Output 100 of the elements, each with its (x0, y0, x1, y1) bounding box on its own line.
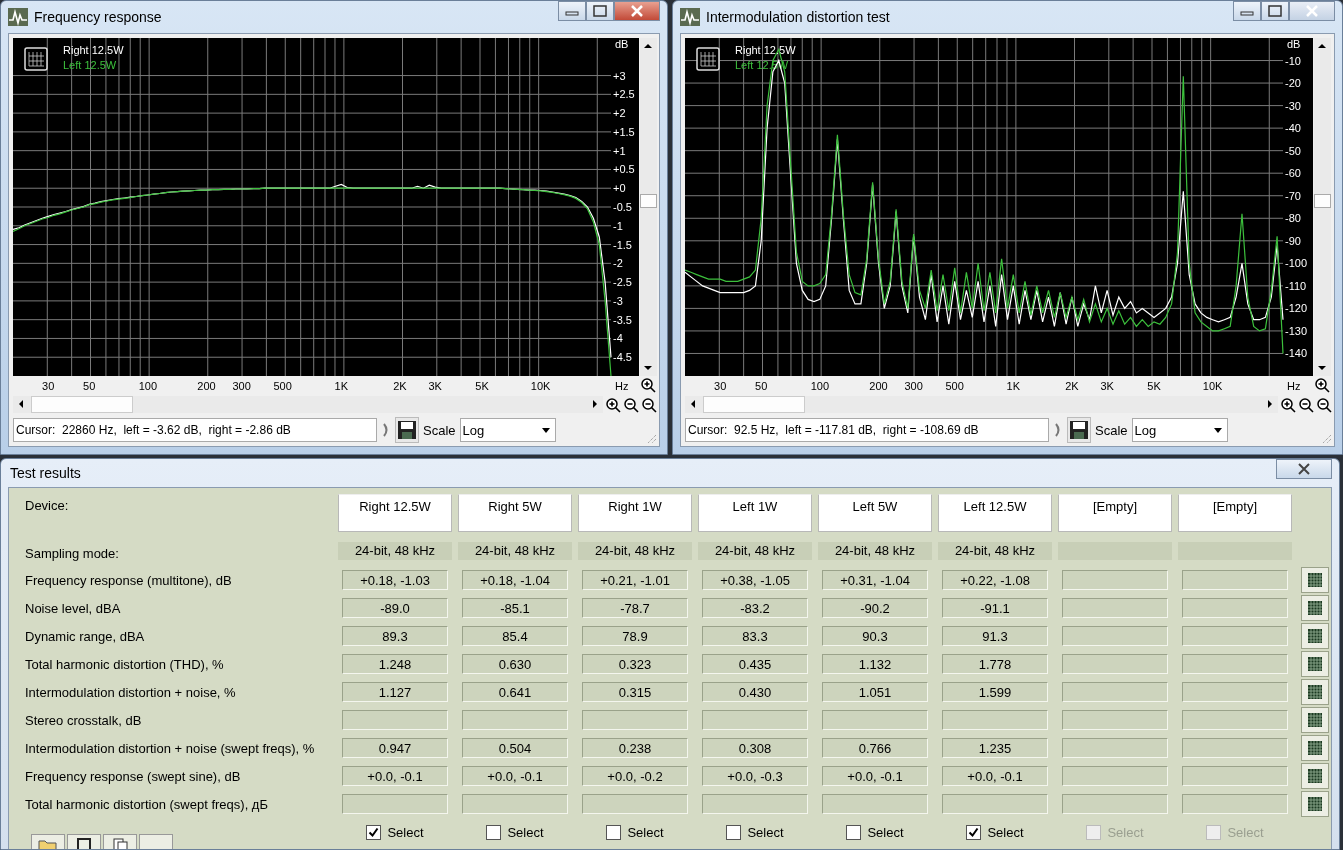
tick-label: 3K (1100, 380, 1114, 392)
tick-label: -100 (1285, 257, 1308, 270)
graph-button[interactable] (1301, 595, 1329, 621)
table-cell: +0.18, -1.03 (342, 570, 448, 590)
tick-label: 300 (904, 380, 923, 392)
tick-label: -0.5 (613, 201, 632, 213)
maximize-button[interactable] (586, 1, 614, 21)
tick-label: -30 (1285, 99, 1301, 112)
grid-icon (1307, 796, 1323, 812)
tick-label: 50 (83, 380, 96, 392)
grid-icon (1307, 740, 1323, 756)
select-checkbox[interactable]: Select (966, 824, 1024, 840)
vertical-scrollbar[interactable] (639, 38, 657, 376)
horizontal-scrollbar[interactable] (685, 395, 1278, 413)
legend-icon (696, 47, 720, 71)
tick-label: 100 (810, 380, 829, 392)
scrollbar-thumb[interactable] (1313, 194, 1331, 208)
maximize-icon (593, 5, 607, 17)
table-cell: -89.0 (342, 598, 448, 618)
zoom-out-icon[interactable] (623, 396, 639, 413)
minimize-button[interactable] (558, 1, 586, 21)
row-label: Dynamic range, dBA (24, 628, 146, 644)
checkbox[interactable] (966, 824, 982, 840)
zoom-out-icon[interactable] (1316, 396, 1332, 413)
table-cell: +0.0, -0.1 (822, 766, 928, 786)
table-cell: 1.132 (822, 654, 928, 674)
checkmark-icon (368, 826, 380, 838)
select-checkbox[interactable]: Select (726, 824, 784, 840)
save-button[interactable] (395, 417, 419, 443)
scale-dropdown[interactable]: Log (459, 418, 556, 442)
grid-icon (1307, 768, 1323, 784)
checkbox[interactable] (726, 824, 742, 840)
select-checkbox[interactable]: Select (486, 824, 544, 840)
graph-button[interactable] (1301, 791, 1329, 817)
tick-label: 50 (755, 380, 768, 392)
tick-label: 200 (197, 380, 216, 392)
window-title: Frequency response (34, 9, 162, 25)
resize-grip-icon[interactable] (1322, 434, 1332, 444)
graph-button[interactable] (1301, 707, 1329, 733)
scrollbar-thumb[interactable] (703, 395, 805, 413)
axis-unit: dB (615, 38, 629, 50)
graph-button[interactable] (1301, 679, 1329, 705)
checkbox[interactable] (606, 824, 622, 840)
minimize-button[interactable] (1233, 1, 1261, 21)
zoom-out-icon[interactable] (1298, 396, 1314, 413)
legend-icon (24, 47, 48, 71)
maximize-button[interactable] (1261, 1, 1289, 21)
resize-grip-icon[interactable] (647, 434, 657, 444)
tick-label: 1K (334, 380, 349, 392)
graph-button[interactable] (1301, 735, 1329, 761)
table-cell: 1.599 (942, 682, 1048, 702)
tick-label: -10 (1285, 54, 1301, 67)
device-header: [Empty] (1058, 494, 1172, 532)
checkbox[interactable] (366, 824, 382, 840)
save-button[interactable] (1067, 417, 1091, 443)
horizontal-scrollbar[interactable] (13, 395, 603, 413)
row-label: Device: (24, 497, 70, 513)
window-title: Intermodulation distortion test (706, 9, 890, 25)
graph-button[interactable] (1301, 567, 1329, 593)
tick-label: -130 (1285, 324, 1308, 337)
tick-label: -3 (613, 294, 623, 307)
table-cell: 0.323 (582, 654, 688, 674)
zoom-out-icon[interactable] (641, 396, 657, 413)
graph-button[interactable] (1301, 623, 1329, 649)
tick-label: 500 (273, 380, 292, 392)
table-cell: 83.3 (702, 626, 808, 646)
scale-dropdown[interactable]: Log (1131, 418, 1228, 442)
tick-label: -70 (1285, 189, 1301, 202)
close-icon (630, 5, 644, 17)
graph-button[interactable] (1301, 651, 1329, 677)
sampling-cell: 24-bit, 48 kHz (338, 542, 452, 560)
row-label: Intermodulation distortion + noise (swept freqs), % (24, 740, 316, 756)
table-cell: +0.22, -1.08 (942, 570, 1048, 590)
table-cell: 0.430 (702, 682, 808, 702)
close-button[interactable] (614, 1, 660, 21)
grid-icon (1307, 684, 1323, 700)
close-button[interactable] (1289, 1, 1335, 21)
zoom-in-icon[interactable] (605, 396, 621, 413)
device-header: Left 1W (698, 494, 812, 532)
zoom-in-icon[interactable] (1314, 377, 1330, 393)
tick-label: 2K (1065, 380, 1079, 392)
select-checkbox[interactable]: Select (366, 824, 424, 840)
checkbox[interactable] (486, 824, 502, 840)
scrollbar-thumb[interactable] (639, 194, 657, 208)
zoom-in-icon[interactable] (1280, 396, 1296, 413)
tick-label: -4.5 (613, 351, 632, 364)
table-cell: -91.1 (942, 598, 1048, 618)
select-checkbox[interactable]: Select (846, 824, 904, 840)
graph-button[interactable] (1301, 763, 1329, 789)
tick-label: -20 (1285, 77, 1301, 90)
table-cell: 89.3 (342, 626, 448, 646)
close-button[interactable] (1276, 459, 1332, 479)
table-cell: 0.504 (462, 738, 568, 758)
checkbox[interactable] (846, 824, 862, 840)
scale-label: Scale (423, 422, 456, 438)
vertical-scrollbar[interactable] (1313, 38, 1331, 376)
table-cell: -78.7 (582, 598, 688, 618)
select-checkbox[interactable]: Select (606, 824, 664, 840)
zoom-in-icon[interactable] (640, 377, 657, 393)
scrollbar-thumb[interactable] (31, 395, 133, 413)
